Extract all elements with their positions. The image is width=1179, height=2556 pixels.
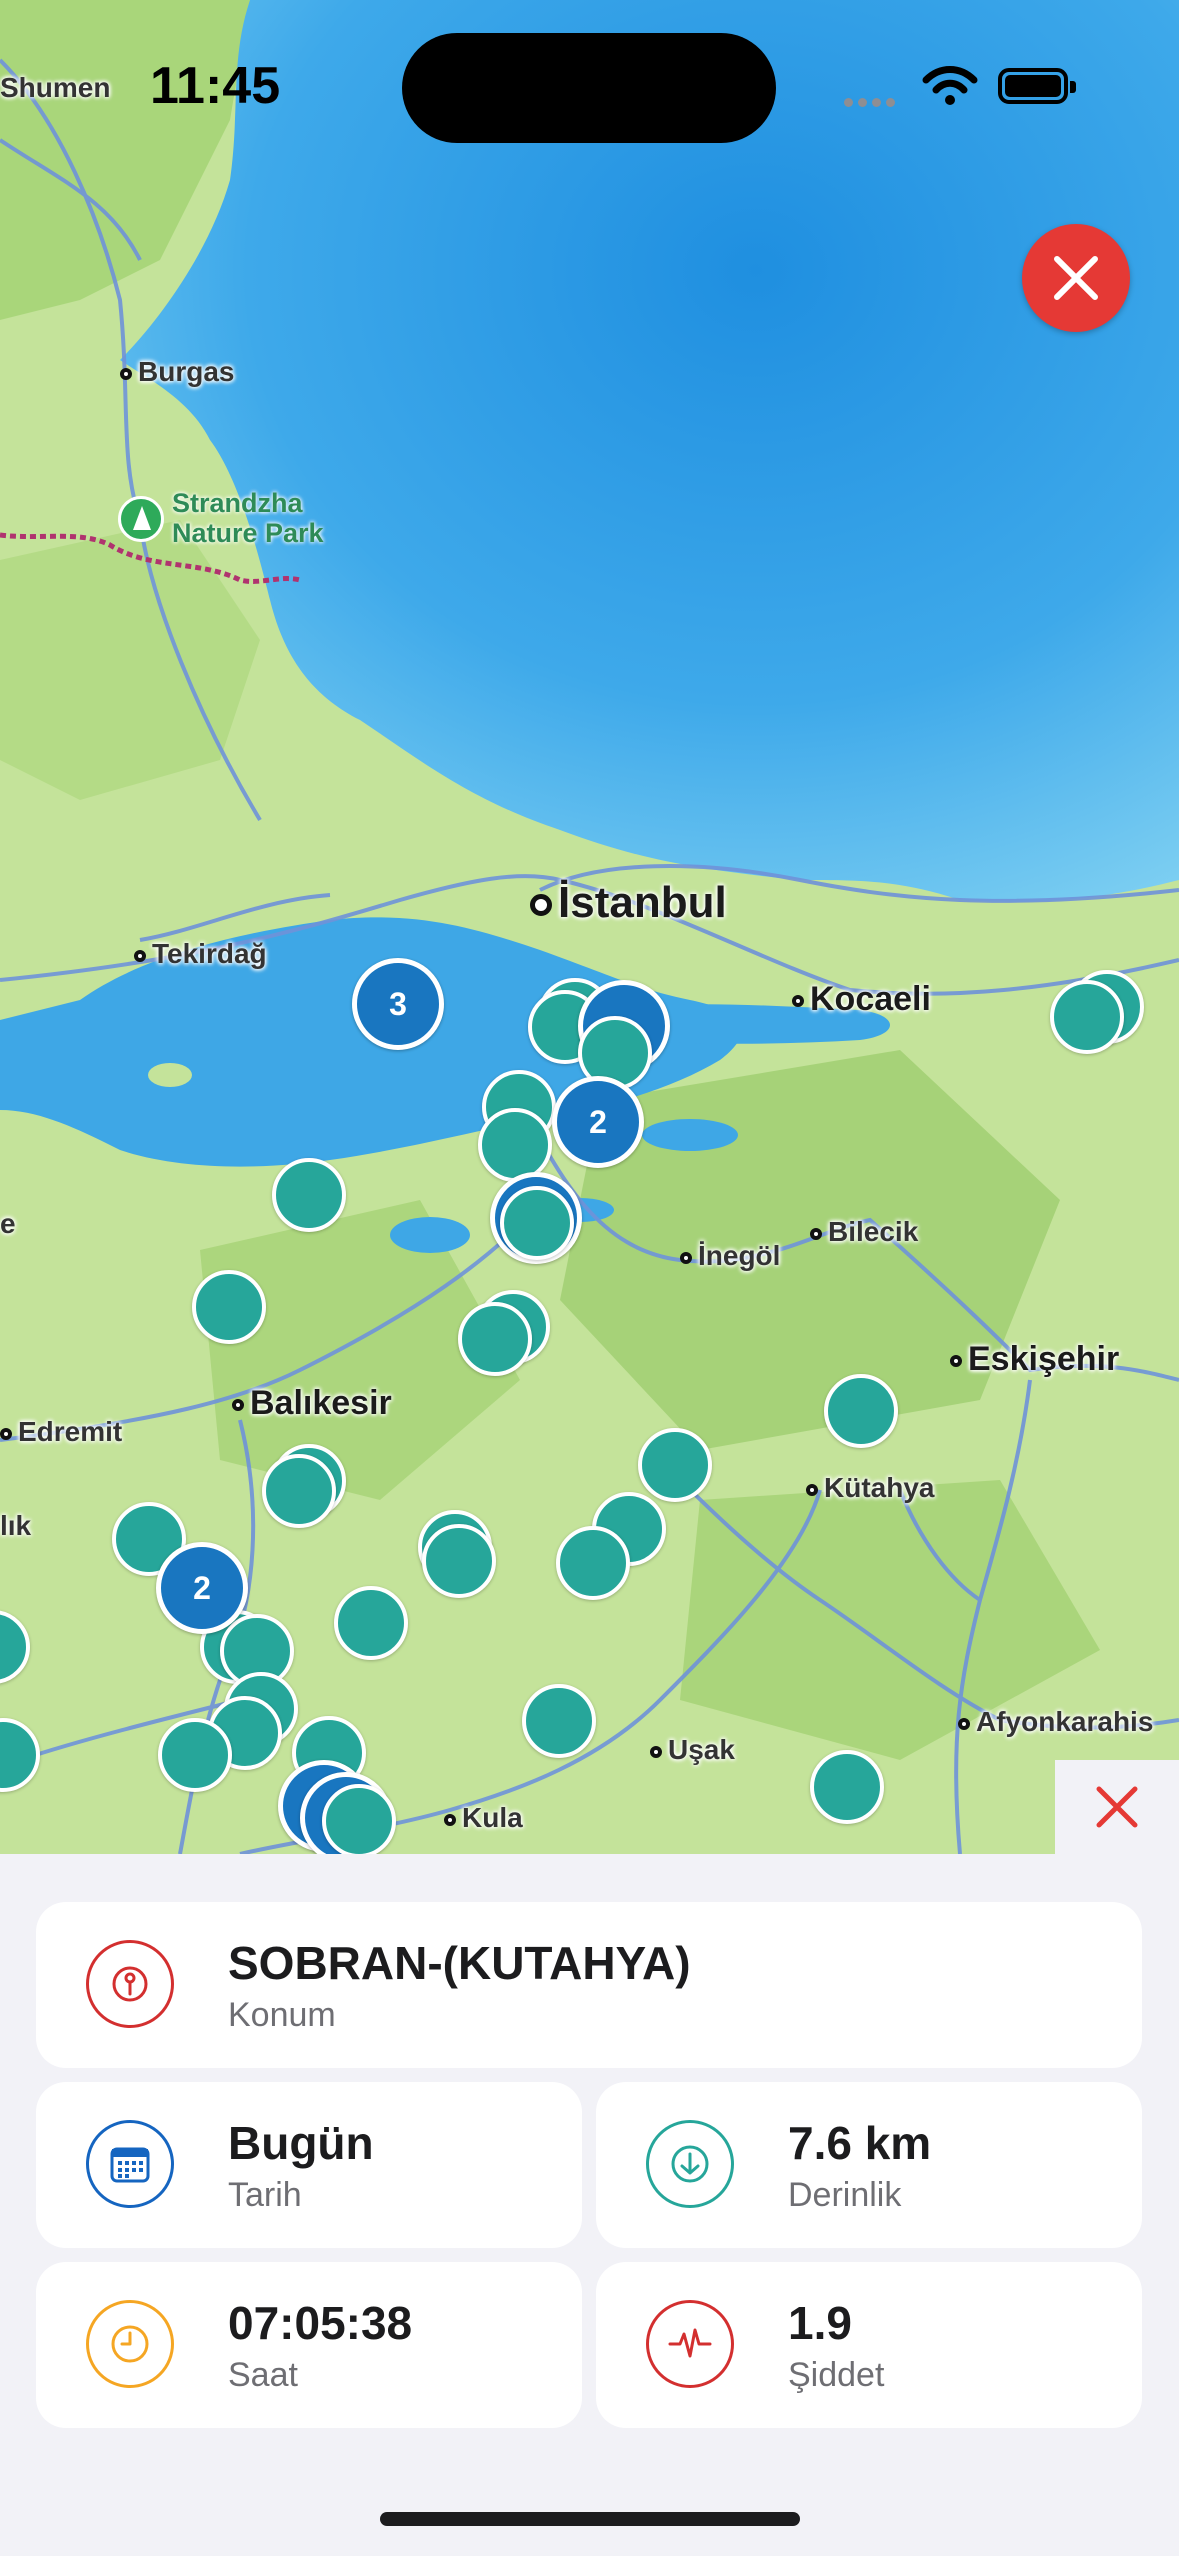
place-inegol-label: İnegöl — [698, 1240, 781, 1271]
location-label: Konum — [228, 1996, 336, 2034]
cluster-marker-3[interactable]: 3 — [352, 958, 444, 1050]
clock-icon — [86, 2300, 174, 2388]
place-afyon: Afyonkarahis — [958, 1706, 1153, 1738]
place-istanbul-label: İstanbul — [558, 878, 727, 927]
place-bilecik: Bilecik — [810, 1216, 918, 1248]
depth-value: 7.6 km — [788, 2117, 932, 2169]
place-shumen: Shumen — [0, 72, 111, 103]
quake-marker[interactable] — [522, 1684, 596, 1758]
place-kocaeli-label: Kocaeli — [810, 980, 931, 1018]
cellular-signal-icon — [844, 94, 900, 112]
magnitude-label: Şiddet — [788, 2356, 885, 2394]
magnitude-card: 1.9 Şiddet — [596, 2262, 1142, 2428]
place-bilecik-label: Bilecik — [828, 1216, 919, 1247]
place-edremit: Edremit — [0, 1416, 122, 1448]
date-card: Bugün Tarih — [36, 2082, 582, 2248]
place-eskisehir-label: Eskişehir — [968, 1340, 1120, 1378]
place-inegol: İnegöl — [680, 1240, 780, 1272]
place-kocaeli: Kocaeli — [792, 980, 931, 1019]
arrow-down-circle-icon — [646, 2120, 734, 2208]
quake-marker[interactable] — [824, 1374, 898, 1448]
quake-marker[interactable] — [262, 1454, 336, 1528]
quake-marker[interactable] — [458, 1302, 532, 1376]
date-value: Bugün — [228, 2117, 374, 2169]
close-map-button[interactable] — [1022, 224, 1130, 332]
place-strandzha-line1: Strandzha — [172, 488, 303, 518]
place-edge-e: e — [0, 1208, 16, 1239]
place-kula: Kula — [444, 1802, 523, 1834]
place-kutahya-label: Kütahya — [824, 1472, 935, 1503]
close-icon — [1096, 1786, 1138, 1828]
time-label: Saat — [228, 2356, 298, 2394]
place-usak-label: Uşak — [668, 1734, 735, 1765]
quake-marker[interactable] — [158, 1718, 232, 1792]
home-indicator[interactable] — [380, 2512, 800, 2526]
place-edremit-label: Edremit — [18, 1416, 123, 1447]
place-usak: Uşak — [650, 1734, 735, 1766]
depth-label: Derinlik — [788, 2176, 902, 2214]
close-icon — [1054, 256, 1098, 300]
battery-icon — [998, 68, 1076, 104]
place-tekirdag-label: Tekirdağ — [152, 938, 267, 969]
place-strandzha-line2: Nature Park — [172, 518, 324, 548]
quake-marker[interactable] — [192, 1270, 266, 1344]
waveform-icon — [646, 2300, 734, 2388]
status-time: 11:45 — [150, 57, 281, 115]
place-burgas-label: Burgas — [138, 356, 235, 387]
quake-marker[interactable] — [810, 1750, 884, 1824]
place-kula-label: Kula — [462, 1802, 523, 1833]
calendar-icon — [86, 2120, 174, 2208]
map-view[interactable]: Shumen Burgas Strandzha Nature Park İstan… — [0, 0, 1179, 1854]
place-burgas: Burgas — [120, 356, 234, 388]
quake-marker[interactable] — [500, 1186, 574, 1260]
quake-marker[interactable] — [272, 1158, 346, 1232]
quake-marker[interactable] — [422, 1524, 496, 1598]
magnitude-value: 1.9 — [788, 2297, 852, 2349]
place-strandzha: Strandzha Nature Park — [172, 488, 324, 548]
quake-marker[interactable] — [334, 1586, 408, 1660]
depth-card: 7.6 km Derinlik — [596, 2082, 1142, 2248]
place-kutahya: Kütahya — [806, 1472, 934, 1504]
close-detail-button[interactable] — [1055, 1760, 1179, 1854]
cluster-marker-2[interactable]: 2 — [552, 1076, 644, 1168]
place-afyon-label: Afyonkarahis — [976, 1706, 1154, 1737]
quake-marker[interactable] — [638, 1428, 712, 1502]
place-balikesir-label: Balıkesir — [250, 1384, 392, 1422]
earthquake-detail-panel: SOBRAN-(KUTAHYA) Konum Bugün Tarih 7.6 k… — [0, 1854, 1179, 2556]
tree-icon — [118, 496, 164, 542]
time-card: 07:05:38 Saat — [36, 2262, 582, 2428]
map-pin-icon — [86, 1940, 174, 2028]
place-tekirdag: Tekirdağ — [134, 938, 267, 970]
place-eskisehir: Eskişehir — [950, 1340, 1119, 1379]
time-value: 07:05:38 — [228, 2297, 413, 2349]
location-value: SOBRAN-(KUTAHYA) — [228, 1937, 691, 1989]
quake-marker[interactable] — [556, 1526, 630, 1600]
place-balikesir: Balıkesir — [232, 1384, 392, 1423]
quake-marker[interactable] — [322, 1784, 396, 1854]
cluster-marker-2[interactable]: 2 — [156, 1542, 248, 1634]
wifi-icon — [922, 66, 978, 105]
place-istanbul: İstanbul — [530, 878, 727, 928]
dynamic-island — [402, 33, 776, 143]
place-edge-lik: lık — [0, 1510, 32, 1541]
date-label: Tarih — [228, 2176, 302, 2214]
quake-marker[interactable] — [1050, 980, 1124, 1054]
quake-marker[interactable] — [478, 1108, 552, 1182]
location-card: SOBRAN-(KUTAHYA) Konum — [36, 1902, 1142, 2068]
